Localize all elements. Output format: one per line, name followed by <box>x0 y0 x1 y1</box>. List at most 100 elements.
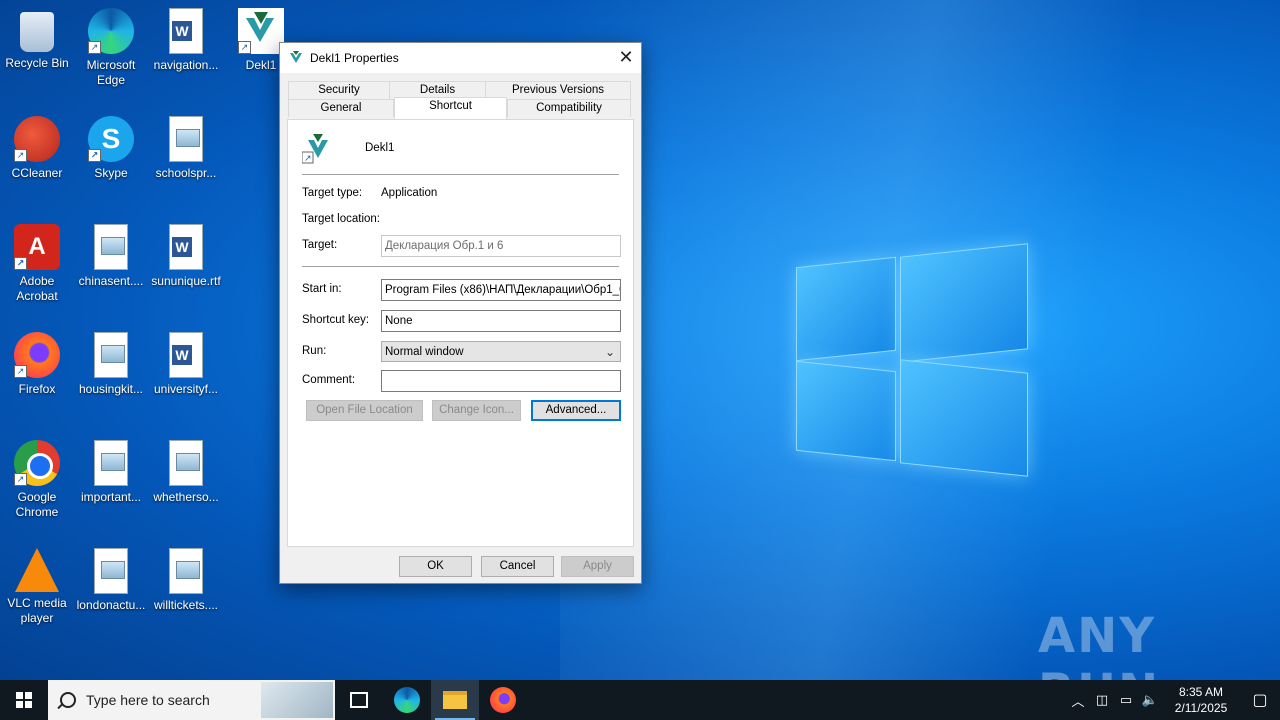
vlc-cone-icon <box>15 548 59 592</box>
image-file-icon <box>169 440 203 486</box>
desktop-icon-label: universityf... <box>153 382 219 396</box>
dekl1-shortcut-icon: ↗ <box>302 134 328 164</box>
advanced-button[interactable]: Advanced... <box>531 400 621 421</box>
cancel-button[interactable]: Cancel <box>481 556 554 577</box>
desktop-icon-schoolspr[interactable]: schoolspr... <box>149 116 223 181</box>
desktop-icon-label: whetherso... <box>153 490 219 504</box>
desktop-icon-ccleaner[interactable]: ↗ CCleaner <box>0 116 74 181</box>
close-icon[interactable]: ✕ <box>611 43 641 73</box>
desktop-icon-sununique[interactable]: sununique.rtf <box>149 224 223 289</box>
task-view-button[interactable] <box>335 680 383 720</box>
target-type-value: Application <box>381 187 438 199</box>
desktop-icon-label: Microsoft Edge <box>86 58 136 87</box>
desktop-icon-important[interactable]: important... <box>74 440 148 505</box>
separator <box>302 266 619 267</box>
desktop-icon-label: housingkit... <box>78 382 144 396</box>
svg-text:↗: ↗ <box>304 154 312 164</box>
start-button[interactable] <box>0 680 48 720</box>
search-highlight-illustration <box>261 682 333 718</box>
taskbar: Type here to search ︿ ◫ ▭ 🔈 8:35 AM 2/11… <box>0 680 1280 720</box>
shortcut-tab-panel: ↗ Dekl1 Target type: Application Target … <box>287 119 634 547</box>
desktop-icon-label: VLC media player <box>7 596 67 625</box>
taskbar-file-explorer[interactable] <box>431 680 479 720</box>
target-field[interactable]: Декларация Обр.1 и 6 <box>381 235 621 257</box>
image-file-icon <box>94 548 128 594</box>
clock-time: 8:35 AM <box>1178 685 1224 699</box>
target-label: Target: <box>302 239 338 251</box>
desktop-icon-label: londonactu... <box>76 598 146 612</box>
image-file-icon <box>94 440 128 486</box>
acrobat-icon: A ↗ <box>14 224 60 270</box>
firefox-icon <box>490 687 516 713</box>
chrome-icon: ↗ <box>14 440 60 486</box>
desktop-icon-vlc[interactable]: VLC media player <box>0 548 74 626</box>
taskbar-search-box[interactable]: Type here to search <box>48 680 335 720</box>
desktop-icon-label: Adobe Acrobat <box>16 274 58 303</box>
task-view-icon <box>350 692 368 708</box>
taskbar-edge[interactable] <box>383 680 431 720</box>
clock[interactable]: 8:35 AM 2/11/2025 <box>1162 684 1240 716</box>
dialog-tabs: Security Details Previous Versions Gener… <box>288 81 633 121</box>
comment-field[interactable] <box>381 370 621 392</box>
search-placeholder: Type here to search <box>86 692 210 708</box>
run-select[interactable]: Normal window ⌄ <box>381 341 621 362</box>
image-file-icon <box>169 548 203 594</box>
tab-general[interactable]: General <box>288 99 394 117</box>
run-label: Run: <box>302 345 327 357</box>
start-in-field[interactable]: Program Files (x86)\НАП\Декларации\Обр1_… <box>381 279 621 301</box>
tab-compatibility[interactable]: Compatibility <box>507 99 631 117</box>
desktop-icon-label: important... <box>80 490 142 504</box>
desktop-icon-label: schoolspr... <box>155 166 217 180</box>
desktop-icon-edge[interactable]: ↗ Microsoft Edge <box>74 8 148 88</box>
dekl1-app-icon <box>290 51 302 63</box>
dekl1-app-icon: ↗ <box>238 8 284 54</box>
desktop-icon-acrobat[interactable]: A ↗ Adobe Acrobat <box>0 224 74 304</box>
start-in-value: Program Files (x86)\НАП\Декларации\Обр1_… <box>385 284 621 296</box>
network-icon[interactable]: ▭ <box>1114 692 1138 708</box>
ccleaner-icon: ↗ <box>14 116 60 162</box>
change-icon-button[interactable]: Change Icon... <box>432 400 521 421</box>
apply-button[interactable]: Apply <box>561 556 634 577</box>
desktop-icon-universityf[interactable]: universityf... <box>149 332 223 397</box>
desktop-icon-navigation[interactable]: navigation... <box>149 8 223 73</box>
desktop-icon-chrome[interactable]: ↗ Google Chrome <box>0 440 74 520</box>
desktop-icon-whetherso[interactable]: whetherso... <box>149 440 223 505</box>
target-location-label: Target location: <box>302 213 380 225</box>
desktop-icon-label: navigation... <box>153 58 219 72</box>
word-document-icon <box>169 224 203 270</box>
desktop-icon-londonactu[interactable]: londonactu... <box>74 548 148 613</box>
tab-shortcut[interactable]: Shortcut <box>394 97 507 119</box>
shortcut-name: Dekl1 <box>365 142 395 154</box>
search-icon <box>60 692 76 708</box>
desktop-icon-firefox[interactable]: ↗ Firefox <box>0 332 74 397</box>
skype-icon: S ↗ <box>88 116 134 162</box>
taskbar-firefox[interactable] <box>479 680 527 720</box>
image-file-icon <box>169 116 203 162</box>
desktop-icon-chinasent[interactable]: chinasent.... <box>74 224 148 289</box>
image-file-icon <box>94 224 128 270</box>
edge-icon <box>394 687 420 713</box>
dialog-titlebar[interactable]: Dekl1 Properties ✕ <box>280 43 641 73</box>
start-in-label: Start in: <box>302 283 342 295</box>
firefox-icon: ↗ <box>14 332 60 378</box>
desktop-icon-skype[interactable]: S ↗ Skype <box>74 116 148 181</box>
desktop-icon-label: willtickets.... <box>153 598 218 612</box>
recycle-bin-icon <box>20 12 54 52</box>
ok-button[interactable]: OK <box>399 556 472 577</box>
desktop-icon-recycle-bin[interactable]: Recycle Bin <box>0 8 74 71</box>
dialog-title: Dekl1 Properties <box>310 51 399 65</box>
shortcut-key-label: Shortcut key: <box>302 314 370 326</box>
image-file-icon <box>94 332 128 378</box>
meet-now-icon[interactable]: ◫ <box>1090 692 1114 708</box>
properties-dialog: Dekl1 Properties ✕ Security Details Prev… <box>279 42 642 584</box>
open-file-location-button[interactable]: Open File Location <box>306 400 423 421</box>
notification-icon[interactable]: ▢ <box>1240 690 1280 710</box>
desktop-icon-label: sununique.rtf <box>151 274 221 288</box>
chevron-up-icon[interactable]: ︿ <box>1066 691 1090 710</box>
shortcut-key-field[interactable]: None <box>381 310 621 332</box>
desktop-icon-housingkit[interactable]: housingkit... <box>74 332 148 397</box>
desktop-icon-willtickets[interactable]: willtickets.... <box>149 548 223 613</box>
tab-security[interactable]: Security <box>288 81 390 99</box>
word-document-icon <box>169 332 203 378</box>
volume-icon[interactable]: 🔈 <box>1138 692 1162 708</box>
